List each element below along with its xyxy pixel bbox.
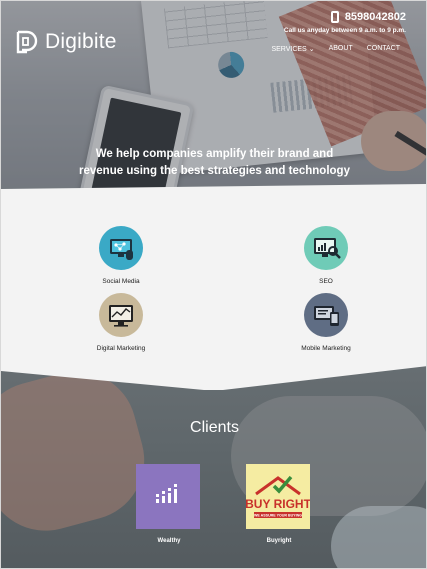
- contact-hours: Call us anyday between 9 a.m. to 9 p.m.: [283, 27, 406, 34]
- client-name: Buyright: [266, 538, 292, 544]
- service-label: SEO: [319, 278, 333, 285]
- service-social-media[interactable]: Social Media: [51, 226, 191, 285]
- phone-icon: [330, 11, 339, 23]
- service-seo[interactable]: SEO: [256, 226, 396, 285]
- client-wealthy[interactable]: Wealthy: [136, 464, 202, 544]
- main-nav: SERVICES ⌄ ABOUT CONTACT: [271, 45, 400, 53]
- nav-services[interactable]: SERVICES ⌄: [271, 45, 314, 53]
- clients-heading: Clients: [190, 419, 239, 436]
- wealthy-logo: [136, 464, 200, 529]
- page: Digibite 8598042802 Call us anyday betwe…: [0, 0, 427, 569]
- buyright-logo-tagline: WE ASSURE YOUR BUYING: [254, 514, 302, 518]
- seo-icon: [304, 226, 348, 270]
- services-section: [1, 184, 426, 394]
- nav-about[interactable]: ABOUT: [329, 45, 353, 53]
- client-buyright[interactable]: BUY RIGHT WE ASSURE YOUR BUYING Buyright: [245, 464, 312, 544]
- chevron-down-icon: ⌄: [308, 46, 315, 53]
- social-media-icon: [99, 226, 143, 270]
- logo-icon: [16, 30, 38, 54]
- service-label: Digital Marketing: [96, 345, 146, 352]
- client-name: Wealthy: [157, 538, 181, 544]
- phone-number[interactable]: 8598042802: [345, 11, 406, 23]
- brand-logo[interactable]: Digibite: [15, 29, 117, 55]
- contact-info: 8598042802 Call us anyday between 9 a.m.…: [284, 11, 406, 34]
- clients-section: [1, 366, 426, 568]
- brand-name: Digibite: [45, 30, 117, 53]
- service-mobile-marketing[interactable]: Mobile Marketing: [256, 293, 396, 352]
- service-label: Mobile Marketing: [301, 345, 351, 352]
- buyright-logo-text: BUY RIGHT: [246, 497, 310, 511]
- mobile-marketing-icon: [304, 293, 348, 337]
- buyright-logo: BUY RIGHT WE ASSURE YOUR BUYING: [245, 464, 312, 529]
- nav-contact[interactable]: CONTACT: [367, 45, 400, 53]
- hero-tagline: We help companies amplify their brand an…: [79, 148, 350, 177]
- digital-marketing-icon: [99, 293, 143, 337]
- service-digital-marketing[interactable]: Digital Marketing: [51, 293, 191, 352]
- service-label: Social Media: [102, 278, 140, 285]
